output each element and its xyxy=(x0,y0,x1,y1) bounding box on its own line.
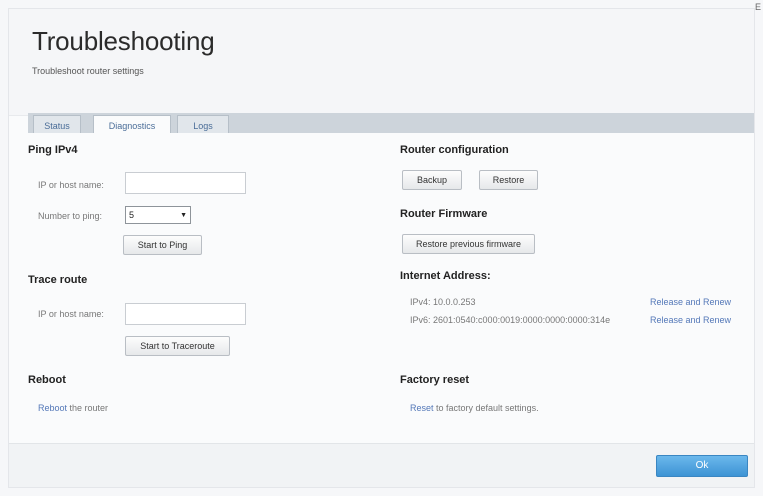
ping-host-input[interactable] xyxy=(125,172,246,194)
reboot-link[interactable]: Reboot xyxy=(38,403,67,413)
trace-host-label: IP or host name: xyxy=(38,309,104,319)
restore-button[interactable]: Restore xyxy=(479,170,538,190)
restore-firmware-button[interactable]: Restore previous firmware xyxy=(402,234,535,254)
ipv4-address: IPv4: 10.0.0.253 xyxy=(410,297,476,307)
factory-reset-heading: Factory reset xyxy=(400,374,470,386)
ping-count-value: 5 xyxy=(129,210,135,220)
tab-logs[interactable]: Logs xyxy=(177,115,229,134)
page-subtitle: Troubleshoot router settings xyxy=(32,66,144,76)
backup-button[interactable]: Backup xyxy=(402,170,462,190)
diagnostics-content: Ping IPv4 IP or host name: Number to pin… xyxy=(9,133,754,443)
footer-bar: Ok xyxy=(9,443,754,487)
ipv6-address: IPv6: 2601:0540:c000:0019:0000:0000:0000… xyxy=(410,315,611,325)
troubleshooting-panel: Troubleshooting Troubleshoot router sett… xyxy=(8,8,755,488)
tab-status[interactable]: Status xyxy=(33,115,81,134)
factory-reset-link[interactable]: Reset xyxy=(410,403,434,413)
reboot-text: the router xyxy=(67,403,109,413)
page-title: Troubleshooting xyxy=(32,26,215,56)
trace-heading: Trace route xyxy=(28,274,88,286)
reboot-line: Reboot the router xyxy=(38,403,108,413)
trace-host-input[interactable] xyxy=(125,303,246,325)
page-header: Troubleshooting Troubleshoot router sett… xyxy=(9,9,754,116)
tab-diagnostics[interactable]: Diagnostics xyxy=(93,115,171,135)
firmware-heading: Router Firmware xyxy=(400,208,488,220)
reboot-heading: Reboot xyxy=(28,374,66,386)
release-renew-ipv4-link[interactable]: Release and Renew xyxy=(650,297,731,307)
start-ping-button[interactable]: Start to Ping xyxy=(123,235,202,255)
factory-reset-text: to factory default settings. xyxy=(433,403,539,413)
factory-reset-line: Reset to factory default settings. xyxy=(410,403,539,413)
ping-heading: Ping IPv4 xyxy=(28,144,78,156)
ping-count-label: Number to ping: xyxy=(38,211,103,221)
start-traceroute-button[interactable]: Start to Traceroute xyxy=(125,336,230,356)
chevron-down-icon: ▼ xyxy=(180,212,187,219)
release-renew-ipv6-link[interactable]: Release and Renew xyxy=(650,315,731,325)
ping-host-label: IP or host name: xyxy=(38,180,104,190)
ping-count-select[interactable]: 5 ▼ xyxy=(125,206,191,224)
ok-button[interactable]: Ok xyxy=(656,455,748,477)
internet-heading: Internet Address: xyxy=(400,270,491,282)
corner-mark: E xyxy=(754,2,761,12)
router-config-heading: Router configuration xyxy=(400,144,509,156)
